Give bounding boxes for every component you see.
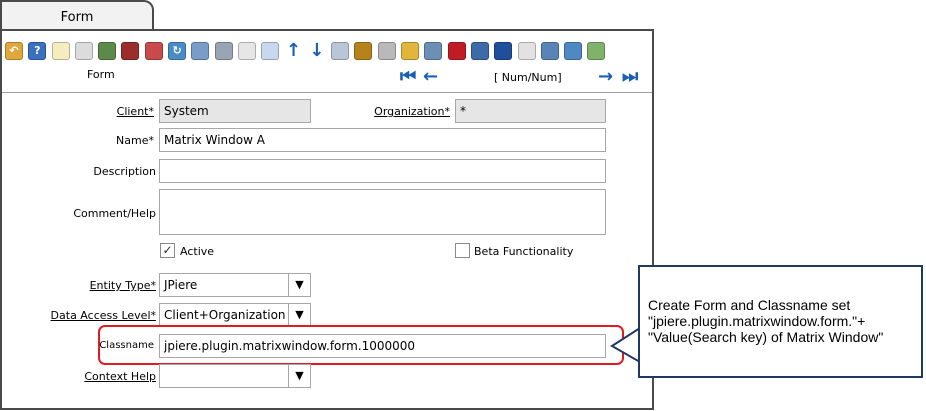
name-label: Name* <box>90 134 154 147</box>
report-icon[interactable] <box>470 42 489 60</box>
comment-help-field[interactable] <box>159 189 606 235</box>
comment-help-label: Comment/Help <box>73 207 156 220</box>
entity-type-select[interactable]: JPiere <box>159 273 289 297</box>
parent-record-icon[interactable]: ↑ <box>285 42 303 60</box>
classname-label: Classname <box>99 340 154 351</box>
client-required-mark: * <box>148 105 155 118</box>
record-indicator: [ Num/Num] <box>494 71 562 84</box>
data-access-level-dropdown-icon[interactable]: ▼ <box>288 303 311 327</box>
form-tab-title: Form <box>60 10 94 25</box>
context-help-dropdown-icon[interactable]: ▼ <box>288 364 311 388</box>
attachment-icon[interactable] <box>214 42 233 60</box>
first-record-icon[interactable]: ⏮ <box>400 68 416 86</box>
new-record-icon[interactable] <box>51 42 70 60</box>
save-create-icon[interactable] <box>144 42 163 60</box>
help-icon[interactable]: ? <box>28 42 47 60</box>
toolbar-icons: ↶? ↻ ↑ ↓ <box>5 40 611 64</box>
organization-field[interactable]: * <box>455 99 606 123</box>
active-checkbox[interactable]: ✓ <box>160 243 175 258</box>
organization-label-text: Organization <box>374 105 445 118</box>
beta-functionality-checkbox[interactable] <box>455 243 470 258</box>
lock-icon[interactable] <box>401 42 420 60</box>
data-access-level-label-text: Data Access Level <box>50 309 151 322</box>
context-help-label: Context Help <box>84 370 156 383</box>
export-icon[interactable] <box>564 42 583 60</box>
client-label: Client* <box>90 105 154 118</box>
name-required-mark: * <box>148 134 155 147</box>
entity-type-label-text: Entity Type <box>89 279 151 292</box>
data-access-level-select[interactable]: Client+Organization <box>159 303 289 327</box>
grid-toggle-icon[interactable] <box>261 42 280 60</box>
beta-functionality-label: Beta Functionality <box>474 245 574 258</box>
name-label-text: Name <box>116 134 149 147</box>
form-tab[interactable]: Form <box>0 0 154 31</box>
organization-label: Organization* <box>370 105 450 118</box>
product-info-icon[interactable] <box>494 42 513 60</box>
client-label-text: Client <box>116 105 149 118</box>
organization-required-mark: * <box>444 105 451 118</box>
settings-icon[interactable] <box>540 42 559 60</box>
active-label: Active <box>180 245 215 258</box>
annotation-callout: Create Form and Classname set "jpiere.pl… <box>638 265 923 378</box>
import-icon[interactable] <box>587 42 606 60</box>
workflow-icon[interactable] <box>447 42 466 60</box>
toolbar-form-label: Form <box>87 68 115 81</box>
save-icon[interactable] <box>121 42 140 60</box>
description-label: Description <box>93 165 156 178</box>
entity-type-required-mark: * <box>150 279 157 292</box>
customize-icon[interactable] <box>517 42 536 60</box>
previous-record-icon[interactable]: ← <box>423 68 438 86</box>
find-icon[interactable] <box>191 42 210 60</box>
chat-icon[interactable] <box>237 42 256 60</box>
delete-icon[interactable] <box>98 42 117 60</box>
detail-record-icon[interactable]: ↓ <box>308 42 326 60</box>
classname-field[interactable]: jpiere.plugin.matrixwindow.form.1000000 <box>159 334 606 358</box>
entity-type-dropdown-icon[interactable]: ▼ <box>288 273 311 297</box>
client-field[interactable]: System <box>159 99 311 123</box>
name-field[interactable]: Matrix Window A <box>159 128 606 152</box>
context-help-select[interactable] <box>159 364 289 388</box>
archive-icon[interactable] <box>354 42 373 60</box>
history-icon[interactable] <box>331 42 350 60</box>
last-record-icon[interactable]: ⏭ <box>622 68 638 86</box>
data-access-level-label: Data Access Level* <box>40 309 156 322</box>
zoom-across-icon[interactable] <box>424 42 443 60</box>
callout-text: Create Form and Classname set "jpiere.pl… <box>648 297 884 345</box>
description-field[interactable] <box>159 159 606 183</box>
refresh-icon[interactable]: ↻ <box>168 42 187 60</box>
next-record-icon[interactable]: → <box>598 68 613 86</box>
undo-icon[interactable]: ↶ <box>5 42 23 60</box>
data-access-level-required-mark: * <box>150 309 157 322</box>
copy-record-icon[interactable] <box>74 42 93 60</box>
toolbar: ↶? ↻ ↑ ↓ Form ⏮ ← [ Num/Num] → ⏭ <box>2 31 652 93</box>
entity-type-label: Entity Type* <box>60 279 156 292</box>
print-icon[interactable] <box>377 42 396 60</box>
